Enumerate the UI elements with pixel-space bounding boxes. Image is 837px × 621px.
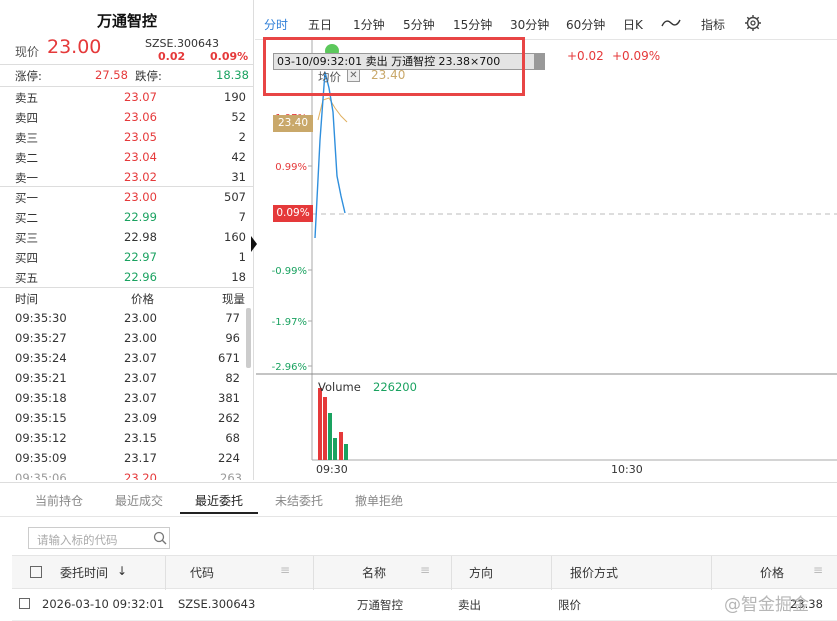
col-name[interactable]: 名称 (362, 564, 386, 581)
header-change: +0.02 (567, 49, 604, 63)
y-tick-label: -0.99% (272, 266, 307, 277)
col-code[interactable]: 代码 (190, 564, 214, 581)
col-menu-icon[interactable]: ≡ (813, 563, 823, 577)
header-change-pct: +0.09% (612, 49, 661, 63)
volume-bar (344, 444, 348, 460)
volume-bar (339, 432, 343, 460)
row-code: SZSE.300643 (178, 597, 256, 611)
volume-bar (323, 397, 327, 460)
col-time[interactable]: 委托时间 (60, 564, 108, 581)
row-name: 万通智控 (357, 598, 403, 612)
bottom-tab-2[interactable]: 最近委托 (195, 492, 243, 509)
volume-value: 226200 (373, 380, 417, 394)
select-all-checkbox[interactable] (30, 566, 42, 578)
highlight-box (263, 37, 525, 96)
volume-bar (333, 438, 337, 460)
search-box[interactable]: 请输入标的代码 (28, 527, 170, 549)
tooltip-scroll-handle[interactable] (534, 53, 545, 70)
volume-label: Volume (318, 380, 361, 394)
y-tick-label: -1.97% (272, 317, 307, 328)
search-icon[interactable] (153, 531, 167, 545)
col-menu-icon[interactable]: ≡ (280, 563, 290, 577)
col-type[interactable]: 报价方式 (570, 564, 618, 581)
row-side: 卖出 (458, 598, 481, 612)
y-tick-label: 0.99% (275, 162, 307, 173)
col-menu-icon[interactable]: ≡ (420, 563, 430, 577)
x-tick-0930: 09:30 (316, 463, 348, 476)
bottom-tab-0[interactable]: 当前持仓 (35, 492, 83, 509)
col-side[interactable]: 方向 (469, 564, 493, 581)
active-tab-underline (180, 512, 258, 514)
search-input[interactable]: 请输入标的代码 (37, 532, 118, 548)
row-type: 限价 (558, 598, 581, 612)
bottom-tab-1[interactable]: 最近成交 (115, 492, 163, 509)
bottom-tab-4[interactable]: 撤单拒绝 (355, 492, 403, 509)
avg-price-tag: 23.40 (273, 115, 313, 132)
row-checkbox[interactable] (19, 598, 30, 609)
x-tick-1030: 10:30 (611, 463, 643, 476)
y-tick-label: -2.96% (272, 362, 307, 373)
bottom-tab-3[interactable]: 未结委托 (275, 492, 323, 509)
volume-bar (318, 388, 322, 460)
volume-bar (328, 413, 332, 460)
col-price[interactable]: 价格 (760, 564, 784, 581)
change-pct-tag: 0.09% (273, 205, 313, 222)
sort-down-icon[interactable]: ↓ (117, 564, 127, 578)
watermark: @智金掘金 (724, 595, 809, 615)
price-line (314, 71, 346, 239)
row-time: 2026-03-10 09:32:01 (42, 597, 165, 611)
